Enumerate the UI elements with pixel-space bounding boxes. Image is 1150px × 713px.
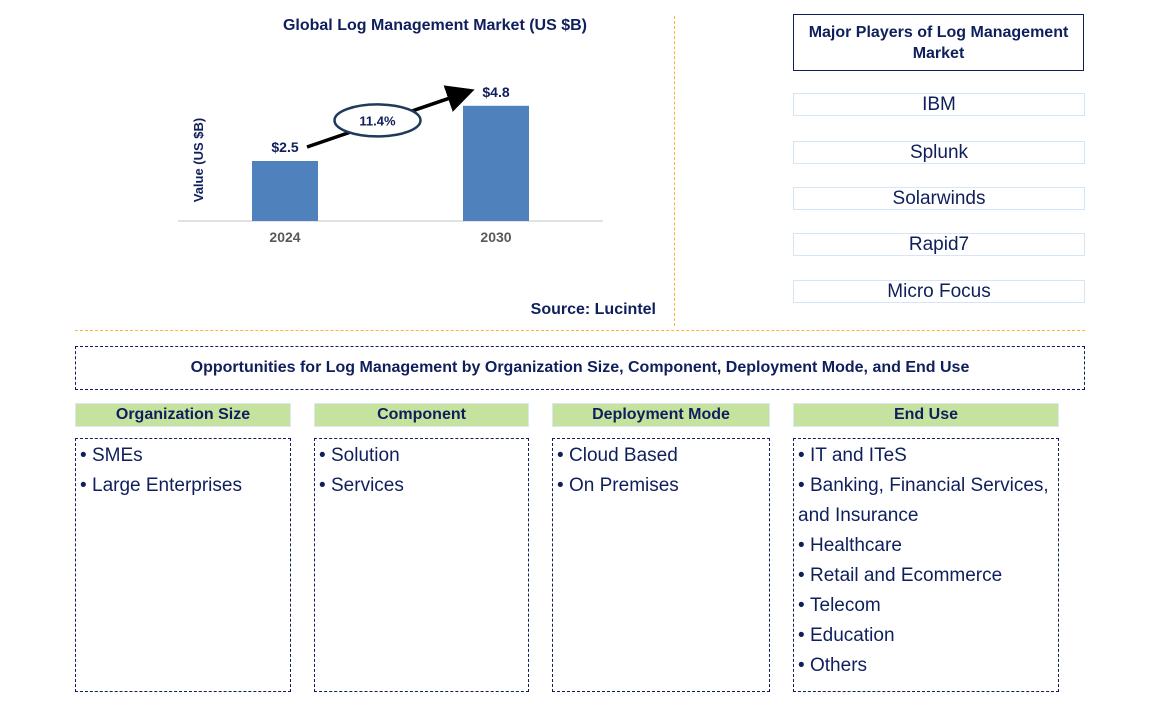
list-item: • Others — [794, 651, 1058, 681]
list-item: • Large Enterprises — [76, 471, 290, 501]
list-item: • On Premises — [553, 471, 769, 501]
bullet-icon: • — [80, 475, 87, 496]
list-item: • Cloud Based — [553, 441, 769, 471]
list-item: • Banking, Financial Services, and Insura… — [794, 471, 1058, 531]
bullet-icon: • — [557, 445, 564, 466]
list-item-text: Large Enterprises — [92, 475, 242, 496]
list-item-text: Services — [331, 475, 404, 496]
category-header-end-use: End Use — [793, 403, 1059, 427]
list-item: • SMEs — [76, 441, 290, 471]
data-label-2024: $2.5 — [271, 139, 298, 155]
list-item-text: On Premises — [569, 475, 679, 496]
bullet-icon: • — [319, 475, 326, 496]
horizontal-divider — [75, 330, 1085, 331]
list-item-text: SMEs — [92, 445, 143, 466]
bar-2030 — [463, 105, 529, 221]
player-item: Micro Focus — [793, 280, 1085, 303]
list-item-text: Healthcare — [810, 535, 902, 556]
bullet-icon: • — [798, 565, 805, 586]
player-item: Solarwinds — [793, 187, 1085, 210]
list-item-text: Cloud Based — [569, 445, 678, 466]
players-heading: Major Players of Log Management Market — [793, 14, 1084, 71]
cagr-label: 11.4% — [359, 113, 396, 128]
player-item: Rapid7 — [793, 233, 1085, 256]
category-header-deployment-mode: Deployment Mode — [552, 403, 770, 427]
vertical-divider — [674, 16, 675, 326]
list-item-text: Others — [810, 655, 868, 676]
x-tick-label-2024: 2024 — [269, 229, 300, 245]
player-item: Splunk — [793, 141, 1085, 164]
list-item-text: Banking, Financial Services, and Insuran… — [798, 475, 1049, 526]
bullet-icon: • — [798, 475, 805, 496]
list-item-text: IT and ITeS — [810, 445, 907, 466]
player-item: IBM — [793, 93, 1085, 116]
list-item-text: Retail and Ecommerce — [810, 565, 1003, 586]
bullet-icon: • — [557, 475, 564, 496]
list-item: • Services — [315, 471, 528, 501]
category-list-organization-size: • SMEs • Large Enterprises — [75, 438, 291, 692]
y-axis-label: Value (US $B) — [191, 118, 206, 203]
list-item-text: Education — [810, 625, 895, 646]
list-item: • Healthcare — [794, 531, 1058, 561]
bullet-icon: • — [798, 595, 805, 616]
x-tick-label-2030: 2030 — [480, 229, 511, 245]
category-list-deployment-mode: • Cloud Based • On Premises — [552, 438, 770, 692]
bar-chart: Value (US $B) $2.5 2024 $4.8 2030 11.4% — [178, 84, 603, 245]
category-header-organization-size: Organization Size — [75, 403, 291, 427]
list-item-text: Solution — [331, 445, 400, 466]
chart-title: Global Log Management Market (US $B) — [282, 17, 588, 34]
list-item: • Solution — [315, 441, 528, 471]
list-item: • Telecom — [794, 591, 1058, 621]
bullet-icon: • — [80, 445, 87, 466]
opportunities-heading: Opportunities for Log Management by Orga… — [75, 346, 1085, 390]
bullet-icon: • — [798, 445, 805, 466]
bullet-icon: • — [319, 445, 326, 466]
category-list-end-use: • IT and ITeS • Banking, Financial Services… — [793, 438, 1059, 692]
list-item: • Retail and Ecommerce — [794, 561, 1058, 591]
bullet-icon: • — [798, 625, 805, 646]
bullet-icon: • — [798, 655, 805, 676]
category-header-component: Component — [314, 403, 529, 427]
data-label-2030: $4.8 — [482, 84, 509, 100]
list-item: • Education — [794, 621, 1058, 651]
category-list-component: • Solution • Services — [314, 438, 529, 692]
bullet-icon: • — [798, 535, 805, 556]
list-item: • IT and ITeS — [794, 441, 1058, 471]
source-note: Source: Lucintel — [530, 301, 656, 318]
list-item-text: Telecom — [810, 595, 881, 616]
bar-2024 — [252, 161, 318, 221]
